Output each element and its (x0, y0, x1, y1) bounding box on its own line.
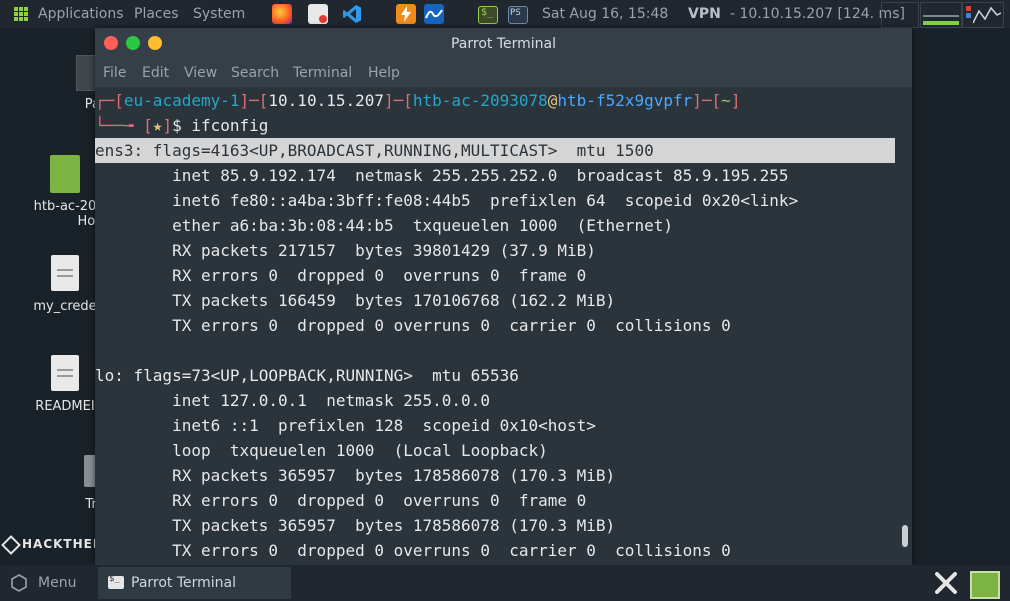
clock[interactable]: Sat Aug 16, 15:48 (542, 0, 668, 28)
window-title: Parrot Terminal (450, 36, 557, 52)
monitor-icon[interactable] (424, 4, 444, 24)
network-graph (962, 2, 1004, 28)
taskbar-terminal-button[interactable]: $_ Parrot Terminal (98, 567, 291, 599)
powershell-icon[interactable]: PS (508, 6, 528, 24)
menu-view[interactable]: View (184, 60, 217, 87)
applications-menu[interactable]: Applications (38, 0, 124, 28)
editor-icon[interactable] (308, 4, 328, 24)
menu-bar: File Edit View Search Terminal Help (95, 60, 912, 87)
output-line: TX packets 365957 bytes 178586078 (170.3… (95, 516, 616, 535)
menu-file[interactable]: File (103, 60, 126, 87)
burp-icon[interactable] (396, 4, 416, 24)
terminal-launcher-icon[interactable]: $_ (478, 6, 498, 24)
terminal-scrollbar[interactable] (902, 525, 908, 547)
prompt-line: ┌─[eu-academy-1]─[10.10.15.207]─[htb-ac-… (95, 91, 741, 110)
window-titlebar[interactable]: Parrot Terminal (95, 28, 912, 60)
output-line: inet6 fe80::a4ba:3bff:fe08:44b5 prefixle… (95, 191, 799, 210)
output-line: RX errors 0 dropped 0 overruns 0 frame 0 (95, 491, 587, 510)
places-menu[interactable]: Places (134, 0, 179, 28)
output-line: loop txqueuelen 1000 (Local Loopback) (95, 441, 548, 460)
output-line: ether a6:ba:3b:08:44:b5 txqueuelen 1000 … (95, 216, 673, 235)
apps-grid-icon[interactable] (14, 7, 28, 21)
terminal-task-icon: $_ (108, 574, 124, 589)
menu-search[interactable]: Search (231, 60, 279, 87)
output-line: RX packets 217157 bytes 39801429 (37.9 M… (95, 241, 596, 260)
firefox-icon[interactable] (272, 4, 292, 24)
menu-button[interactable]: Menu (38, 565, 76, 601)
output-line: TX errors 0 dropped 0 overruns 0 carrier… (95, 316, 731, 335)
output-line: TX errors 0 dropped 0 overruns 0 carrier… (95, 541, 731, 560)
document-icon (51, 355, 79, 391)
menu-icon[interactable] (10, 574, 28, 592)
close-x-icon[interactable] (933, 570, 959, 596)
menu-help[interactable]: Help (368, 60, 400, 87)
top-panel: Applications Places System $_ PS Sat Aug… (0, 0, 1010, 28)
vpn-label: VPN (688, 6, 721, 22)
command-line: └──╼ [★]$ ifconfig (95, 116, 269, 135)
hexagon-icon (1, 534, 21, 555)
output-line: RX packets 365957 bytes 178586078 (170.3… (95, 466, 616, 485)
cpu-graph (920, 2, 962, 28)
document-icon (51, 255, 79, 291)
output-line: inet 127.0.0.1 netmask 255.0.0.0 (95, 391, 490, 410)
output-line: TX packets 166459 bytes 170106768 (162.2… (95, 291, 616, 310)
show-desktop-icon[interactable] (970, 571, 1000, 599)
output-line: inet 85.9.192.174 netmask 255.255.252.0 … (95, 166, 789, 185)
vpn-status: - 10.10.15.207 [124. ms] (730, 6, 905, 22)
taskbar-terminal-label: Parrot Terminal (131, 575, 237, 591)
menu-terminal[interactable]: Terminal (293, 60, 352, 87)
bottom-panel: Menu $_ Parrot Terminal (0, 565, 1010, 601)
output-line: ens3: flags=4163<UP,BROADCAST,RUNNING,MU… (95, 138, 895, 163)
system-menu[interactable]: System (193, 0, 245, 28)
htb-logo: HACKTHEB (1, 534, 103, 555)
terminal-window[interactable]: Parrot Terminal File Edit View Search Te… (95, 28, 912, 565)
terminal-output[interactable]: ┌─[eu-academy-1]─[10.10.15.207]─[htb-ac-… (95, 87, 912, 565)
output-line: lo: flags=73<UP,LOOPBACK,RUNNING> mtu 65… (95, 366, 519, 385)
output-line: inet6 ::1 prefixlen 128 scopeid 0x10<hos… (95, 416, 596, 435)
workspace-switcher[interactable] (881, 2, 919, 28)
vscode-icon[interactable] (342, 4, 362, 24)
output-line: RX errors 0 dropped 0 overruns 0 frame 0 (95, 266, 587, 285)
menu-edit[interactable]: Edit (142, 60, 169, 87)
folder-icon (50, 155, 80, 193)
